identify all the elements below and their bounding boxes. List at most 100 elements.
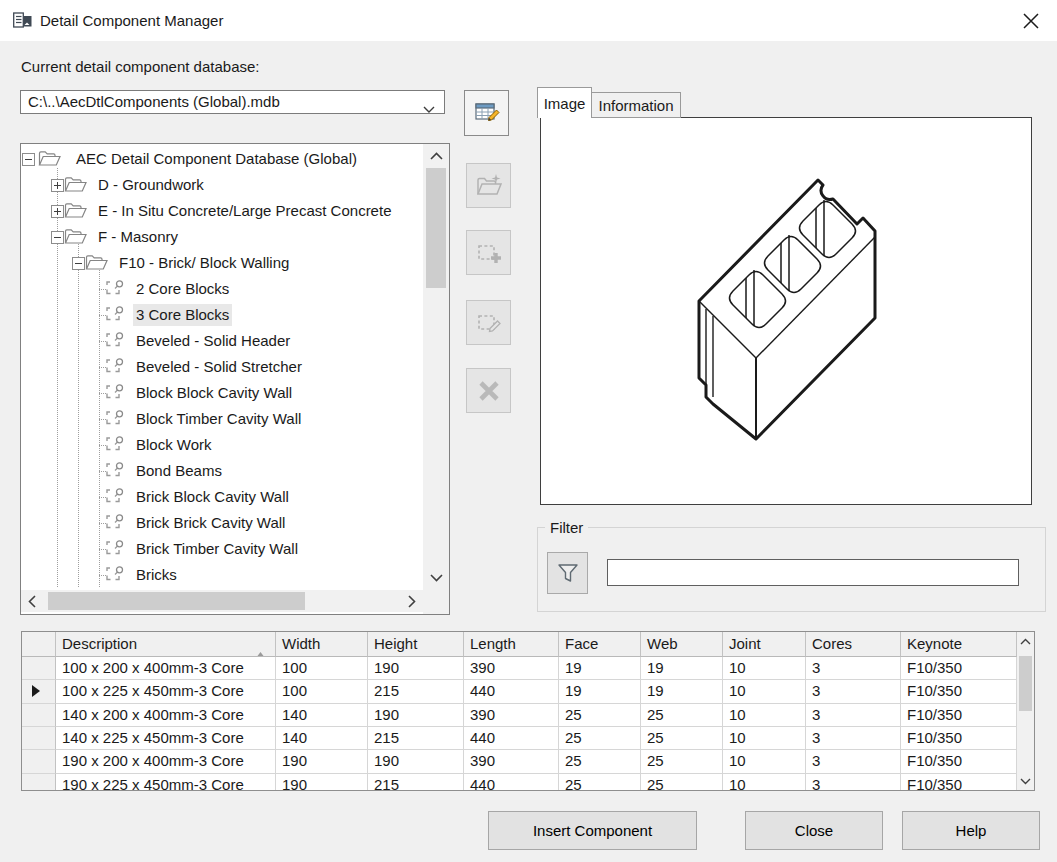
tree-expand-toggle[interactable] [22,152,35,165]
tree-item[interactable]: Block Block Cavity Wall [21,380,449,406]
table-cell[interactable]: 140 x 200 x 400mm-3 Core [56,704,276,727]
tree-item[interactable]: Beveled - Solid Stretcher [21,354,449,380]
table-cell[interactable]: F10/350 [901,774,1017,791]
table-cell[interactable]: 25 [641,750,723,773]
tree-item[interactable]: Beveled - Solid Header [21,328,449,354]
row-selector[interactable] [22,680,56,703]
insert-component-button[interactable]: Insert Component [488,811,697,850]
table-cell[interactable]: 10 [723,750,806,773]
row-selector[interactable] [22,727,56,750]
scroll-up-icon[interactable] [423,144,449,168]
new-group-button[interactable] [466,163,511,208]
table-cell[interactable]: 25 [559,704,641,727]
table-cell[interactable]: 3 [806,774,901,791]
filter-button[interactable] [547,552,588,594]
tab-information[interactable]: Information [591,92,681,118]
column-header-keynote[interactable]: Keynote [901,632,1017,657]
help-button[interactable]: Help [902,811,1040,850]
table-cell[interactable]: 190 x 200 x 400mm-3 Core [56,750,276,773]
tree-item[interactable]: Brick Block Cavity Wall [21,484,449,510]
close-icon[interactable] [1014,4,1048,38]
tree-item[interactable]: Block Work [21,432,449,458]
table-cell[interactable]: 140 [276,727,368,750]
table-cell[interactable]: 190 x 225 x 450mm-3 Core [56,774,276,791]
table-cell[interactable]: 10 [723,704,806,727]
table-cell[interactable]: 25 [559,727,641,750]
table-cell[interactable]: 3 [806,727,901,750]
table-cell[interactable]: 3 [806,750,901,773]
table-cell[interactable]: F10/350 [901,657,1017,680]
column-header-height[interactable]: Height [368,632,464,657]
tree-item[interactable]: Block Timber Cavity Wall [21,406,449,432]
table-cell[interactable]: 190 [276,750,368,773]
column-header-face[interactable]: Face [559,632,641,657]
scroll-left-icon[interactable] [21,590,43,612]
filter-input[interactable] [607,559,1019,586]
table-cell[interactable]: 215 [368,680,464,703]
edit-database-button[interactable] [464,90,509,136]
add-component-button[interactable] [466,230,511,275]
table-cell[interactable]: 390 [464,657,559,680]
table-cell[interactable]: 190 [368,657,464,680]
scroll-down-icon[interactable] [423,566,449,590]
tree-vscroll-thumb[interactable] [426,168,446,288]
table-cell[interactable]: 440 [464,774,559,791]
table-cell[interactable]: F10/350 [901,704,1017,727]
column-header-joint[interactable]: Joint [723,632,806,657]
tree-item[interactable]: Bricks [21,562,449,588]
table-cell[interactable]: 3 [806,704,901,727]
table-row[interactable]: 190 x 200 x 400mm-3 Core1901903902525103… [22,750,1034,773]
table-row[interactable]: 140 x 225 x 450mm-3 Core1402154402525103… [22,727,1034,750]
table-cell[interactable]: 19 [641,657,723,680]
chevron-down-icon[interactable] [423,99,435,116]
table-cell[interactable]: F10/350 [901,680,1017,703]
table-cell[interactable]: 140 x 225 x 450mm-3 Core [56,727,276,750]
tree-expand-toggle[interactable] [51,178,64,191]
delete-component-button[interactable] [466,368,511,413]
table-vertical-scrollbar[interactable] [1017,632,1034,790]
edit-component-button[interactable] [466,300,511,345]
table-cell[interactable]: 100 [276,657,368,680]
table-row[interactable]: 100 x 200 x 400mm-3 Core1001903901919103… [22,657,1034,680]
column-header-web[interactable]: Web [641,632,723,657]
tree-item[interactable]: Bond Beams [21,458,449,484]
table-cell[interactable]: 215 [368,727,464,750]
table-row[interactable]: 100 x 225 x 450mm-3 Core1002154401919103… [22,680,1034,703]
column-header-length[interactable]: Length [464,632,559,657]
table-cell[interactable]: 215 [368,774,464,791]
tree-expand-toggle[interactable] [72,256,85,269]
table-cell[interactable]: 19 [641,680,723,703]
tree-item[interactable]: Brick Timber Cavity Wall [21,536,449,562]
close-button[interactable]: Close [745,811,883,850]
table-cell[interactable]: 3 [806,657,901,680]
tree-item[interactable]: D - Groundwork [21,172,449,198]
table-cell[interactable]: 10 [723,727,806,750]
column-header-cores[interactable]: Cores [806,632,901,657]
table-cell[interactable]: 3 [806,680,901,703]
table-cell[interactable]: 190 [368,704,464,727]
table-cell[interactable]: 390 [464,704,559,727]
row-selector[interactable] [22,657,56,680]
row-selector[interactable] [22,704,56,727]
tree-item[interactable]: Brick Brick Cavity Wall [21,510,449,536]
tree-expand-toggle[interactable] [51,230,64,243]
table-cell[interactable]: F10/350 [901,750,1017,773]
table-cell[interactable]: 440 [464,727,559,750]
table-cell[interactable]: 19 [559,657,641,680]
table-cell[interactable]: 140 [276,704,368,727]
tree-item[interactable]: AEC Detail Component Database (Global) [21,146,449,172]
tree-item[interactable]: F10 - Brick/ Block Walling [21,250,449,276]
table-row[interactable]: 140 x 200 x 400mm-3 Core1401903902525103… [22,704,1034,727]
scroll-right-icon[interactable] [401,590,423,612]
database-combobox[interactable]: C:\..\AecDtlComponents (Global).mdb [20,90,445,114]
table-cell[interactable]: 190 [276,774,368,791]
table-cell[interactable]: 10 [723,774,806,791]
tab-image[interactable]: Image [537,87,592,118]
column-header-width[interactable]: Width [276,632,368,657]
tree-item[interactable]: 2 Core Blocks [21,276,449,302]
tree-item[interactable]: F - Masonry [21,224,449,250]
table-cell[interactable]: F10/350 [901,727,1017,750]
table-cell[interactable]: 19 [559,680,641,703]
tree-horizontal-scrollbar[interactable] [21,590,423,612]
tree-expand-toggle[interactable] [51,204,64,217]
